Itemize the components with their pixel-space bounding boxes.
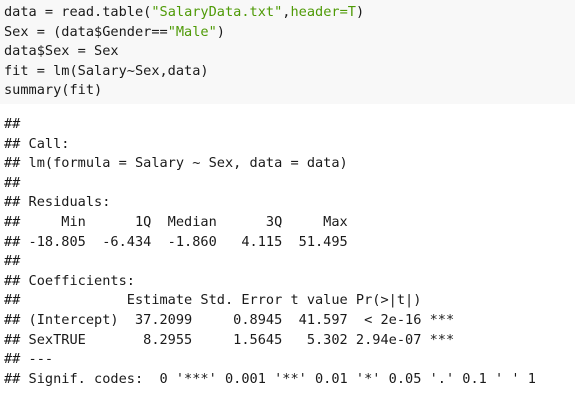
code-line-4: fit = lm(Salary~Sex,data) — [4, 62, 209, 79]
output-line: ## — [4, 116, 21, 132]
console-output: ## ## Call: ## lm(formula = Salary ~ Sex… — [0, 115, 575, 389]
code-line-3: data$Sex = Sex — [4, 43, 119, 60]
output-line: ## Coefficients: — [4, 272, 135, 289]
code-text: ) — [355, 4, 365, 20]
code-line-5: summary(fit) — [4, 82, 103, 99]
string-literal: "Male" — [167, 23, 217, 40]
code-chunk: data = read.table("SalaryData.txt",heade… — [0, 0, 575, 104]
code-text: Sex = (data$Gender== — [4, 23, 168, 40]
output-line: ## — [4, 174, 21, 191]
output-line: ## Signif. codes: 0 '***' 0.001 '**' 0.0… — [4, 370, 536, 387]
output-line: ## --- — [4, 351, 54, 368]
argument-literal: header=T — [290, 4, 356, 20]
output-line: ## Call: — [4, 135, 70, 152]
output-line: ## Min 1Q Median 3Q Max — [4, 213, 348, 230]
output-line: ## SexTRUE 8.2955 1.5645 5.302 2.94e-07 … — [4, 331, 455, 348]
output-line: ## Residuals: — [4, 194, 111, 211]
output-line: ## Estimate Std. Error t value Pr(>|t|) — [4, 292, 422, 309]
output-line: ## lm(formula = Salary ~ Sex, data = dat… — [4, 155, 348, 172]
output-line: ## -18.805 -6.434 -1.860 4.115 51.495 — [4, 233, 348, 250]
code-line-2: Sex = (data$Gender=="Male") — [4, 23, 575, 43]
code-text: ) — [216, 23, 225, 40]
code-line-1: data = read.table("SalaryData.txt",heade… — [4, 3, 575, 23]
code-text: data = read.table( — [4, 4, 152, 20]
output-line: ## (Intercept) 37.2099 0.8945 41.597 < 2… — [4, 311, 455, 328]
output-line: ## — [4, 253, 21, 270]
string-literal: "SalaryData.txt" — [151, 4, 283, 20]
